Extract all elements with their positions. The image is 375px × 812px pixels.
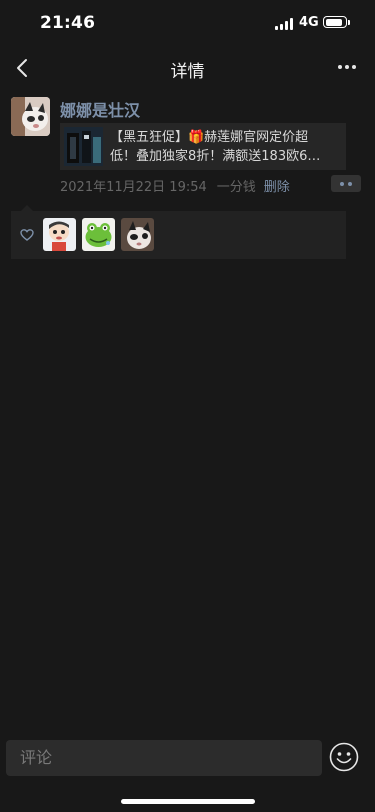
- home-indicator: [121, 799, 255, 804]
- status-bar: 21:46 4G: [0, 0, 375, 50]
- link-title: 【黑五狂促】🎁赫莲娜官网定价超 低！叠加独家8折！满额送183欧6…: [110, 128, 338, 166]
- link-title-line1: 【黑五狂促】🎁赫莲娜官网定价超: [110, 130, 309, 145]
- liker-avatar-cat[interactable]: [121, 218, 154, 251]
- network-label: 4G: [299, 15, 319, 30]
- nav-bar: 详情: [0, 50, 375, 86]
- ellipsis-icon[interactable]: [332, 56, 362, 78]
- post-meta: 2021年11月22日 19:54 一分钱 删除: [60, 176, 290, 195]
- battery-icon: [323, 16, 347, 28]
- likes-panel: [11, 205, 346, 259]
- comment-like-menu-button[interactable]: [331, 175, 361, 192]
- shared-link-card[interactable]: 【黑五狂促】🎁赫莲娜官网定价超 低！叠加独家8折！满额送183欧6…: [60, 123, 346, 170]
- smiley-icon[interactable]: [329, 742, 359, 772]
- battery-tip: [348, 20, 350, 25]
- status-time: 21:46: [40, 13, 96, 33]
- post-source: 一分钱: [216, 180, 256, 195]
- liker-avatar-frog[interactable]: [82, 218, 115, 251]
- liker-avatar-cartoon-boy[interactable]: [43, 218, 76, 251]
- delete-button[interactable]: 删除: [264, 180, 290, 195]
- post-timestamp: 2021年11月22日 19:54: [60, 180, 207, 195]
- author-avatar[interactable]: [11, 97, 50, 136]
- page-title: 详情: [170, 62, 205, 82]
- author-name[interactable]: 娜娜是壮汉: [60, 97, 140, 121]
- comment-input[interactable]: 评论: [6, 740, 322, 776]
- signal-icon: [275, 18, 295, 30]
- heart-icon: [20, 229, 34, 241]
- link-thumbnail: [64, 127, 103, 166]
- link-title-line2: 低！叠加独家8折！满额送183欧6…: [110, 149, 321, 164]
